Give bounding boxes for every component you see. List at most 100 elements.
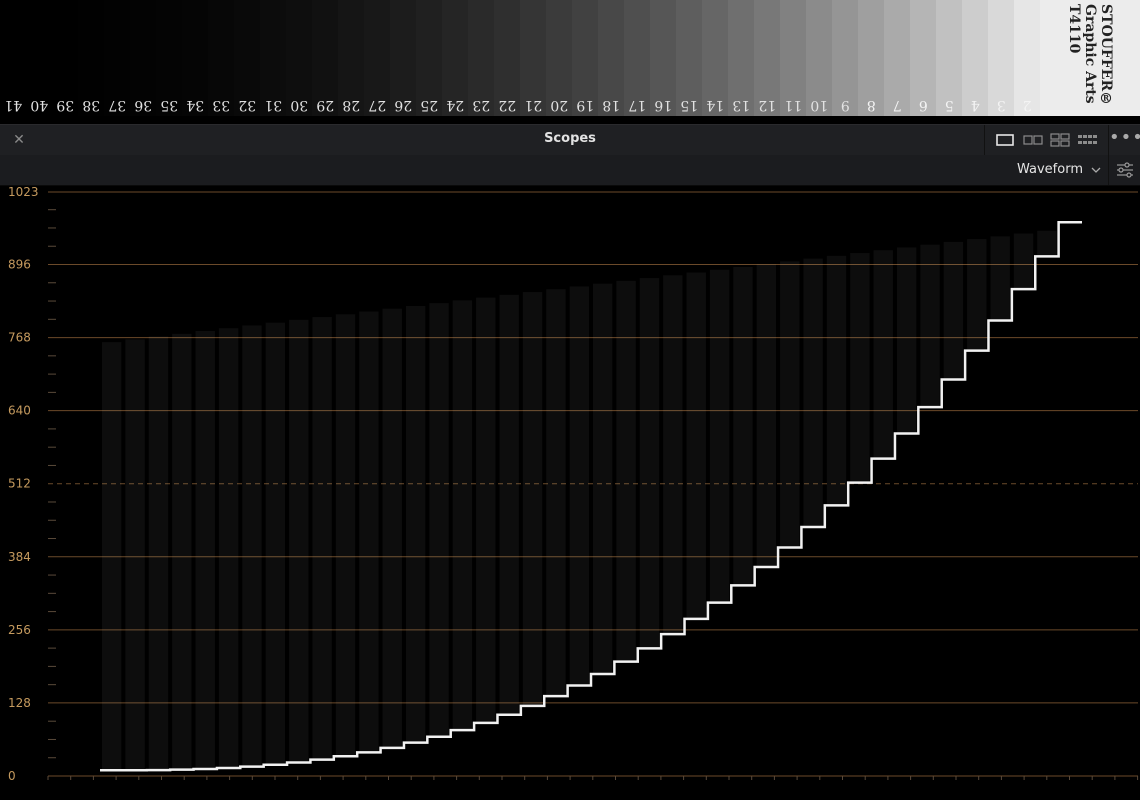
noise-band bbox=[522, 292, 543, 706]
wedge-brand-label: STOUFFER® Graphic Arts T4110 bbox=[1040, 0, 1140, 116]
noise-band bbox=[476, 297, 496, 723]
wedge-step-number: 22 bbox=[498, 97, 517, 113]
wedge-step: 39 bbox=[52, 0, 79, 116]
wedge-step: 14 bbox=[702, 0, 729, 116]
wedge-step-number: 38 bbox=[82, 97, 101, 113]
brand-line: Graphic Arts bbox=[1082, 4, 1098, 104]
noise-band bbox=[125, 339, 145, 771]
wedge-step-number: 18 bbox=[602, 97, 621, 113]
noise-band bbox=[405, 305, 426, 743]
wedge-step-number: 8 bbox=[866, 97, 876, 113]
wedge-step: 31 bbox=[260, 0, 287, 116]
noise-band bbox=[850, 253, 870, 483]
wedge-step: 34 bbox=[182, 0, 209, 116]
noise-band bbox=[312, 317, 332, 760]
noise-band bbox=[943, 241, 964, 380]
dual-view-icon[interactable] bbox=[1021, 131, 1045, 149]
y-tick-label: 896 bbox=[8, 258, 31, 272]
wedge-step: 37 bbox=[104, 0, 131, 116]
wedge-step: 15 bbox=[676, 0, 703, 116]
y-tick-label: 1023 bbox=[8, 186, 39, 199]
scope-type-dropdown[interactable]: Waveform bbox=[1010, 159, 1106, 181]
noise-band bbox=[803, 258, 823, 528]
wedge-step-number: 36 bbox=[134, 97, 153, 113]
noise-band bbox=[733, 266, 753, 586]
wedge-step: 4 bbox=[962, 0, 989, 116]
noise-band bbox=[990, 236, 1010, 321]
wedge-step-number: 40 bbox=[30, 97, 49, 113]
wedge-step: 12 bbox=[754, 0, 781, 116]
noise-band bbox=[382, 308, 402, 748]
wedge-step-number: 7 bbox=[892, 97, 902, 113]
wedge-step-number: 33 bbox=[212, 97, 231, 113]
noise-band bbox=[1037, 230, 1057, 257]
wedge-step: 35 bbox=[156, 0, 183, 116]
wedge-step: 10 bbox=[806, 0, 833, 116]
settings-sliders-icon[interactable] bbox=[1108, 155, 1140, 185]
wedge-step: 29 bbox=[312, 0, 339, 116]
wedge-step: 17 bbox=[624, 0, 651, 116]
wedge-step-number: 41 bbox=[4, 97, 23, 113]
wedge-step: 7 bbox=[884, 0, 911, 116]
wedge-step: 33 bbox=[208, 0, 235, 116]
wedge-step: 3 bbox=[988, 0, 1015, 116]
wedge-step-number: 16 bbox=[654, 97, 673, 113]
brand-line: T4110 bbox=[1066, 4, 1082, 54]
wedge-step-number: 9 bbox=[840, 97, 850, 113]
noise-band bbox=[826, 255, 847, 506]
close-icon[interactable]: ✕ bbox=[10, 130, 28, 150]
noise-band bbox=[1013, 233, 1034, 290]
wedge-step-number: 39 bbox=[56, 97, 75, 113]
quad-view-icon[interactable] bbox=[1048, 131, 1072, 149]
wedge-step-number: 5 bbox=[944, 97, 954, 113]
noise-band bbox=[663, 275, 683, 635]
noise-band bbox=[359, 311, 379, 753]
wedge-step-number: 21 bbox=[524, 97, 543, 113]
wedge-step-number: 3 bbox=[996, 97, 1006, 113]
wedge-step-number: 4 bbox=[970, 97, 980, 113]
noise-band bbox=[686, 272, 706, 619]
single-view-icon[interactable] bbox=[993, 131, 1017, 149]
wedge-step-number: 29 bbox=[316, 97, 335, 113]
wedge-step-number: 6 bbox=[918, 97, 928, 113]
noise-band bbox=[102, 342, 122, 771]
noise-band bbox=[616, 280, 636, 662]
wedge-step: 16 bbox=[650, 0, 677, 116]
wedge-step-number: 34 bbox=[186, 97, 205, 113]
wedge-step-number: 10 bbox=[810, 97, 829, 113]
layout-switcher bbox=[984, 125, 1107, 155]
noise-band bbox=[873, 250, 893, 459]
wedge-step-number: 19 bbox=[576, 97, 595, 113]
wedge-step-number: 23 bbox=[472, 97, 491, 113]
wedge-step-number: 28 bbox=[342, 97, 361, 113]
noise-band bbox=[289, 319, 309, 763]
noise-band bbox=[639, 278, 660, 649]
more-icon[interactable]: ••• bbox=[1108, 125, 1140, 155]
wedge-step: 26 bbox=[390, 0, 417, 116]
grid-view-icon[interactable] bbox=[1075, 131, 1099, 149]
wedge-step: 19 bbox=[572, 0, 599, 116]
wedge-step-number: 17 bbox=[628, 97, 647, 113]
wedge-step-number: 2 bbox=[1022, 97, 1032, 113]
y-tick-label: 384 bbox=[8, 550, 31, 564]
panel-titlebar: ✕ Scopes ••• bbox=[0, 124, 1140, 156]
wedge-step: 21 bbox=[520, 0, 547, 116]
wedge-step: 2 bbox=[1014, 0, 1041, 116]
wedge-step: 9 bbox=[832, 0, 859, 116]
noise-band bbox=[546, 289, 566, 697]
waveform-trace bbox=[100, 221, 1082, 772]
y-tick-label: 512 bbox=[8, 477, 31, 491]
wedge-step-number: 12 bbox=[758, 97, 777, 113]
noise-band bbox=[429, 303, 449, 737]
wedge-step: 25 bbox=[416, 0, 443, 116]
wedge-step: 23 bbox=[468, 0, 495, 116]
noise-band bbox=[242, 325, 262, 767]
wedge-step-number: 13 bbox=[732, 97, 751, 113]
noise-band bbox=[195, 330, 215, 770]
wedge-step: 11 bbox=[780, 0, 807, 116]
noise-band bbox=[335, 314, 356, 757]
noise-band bbox=[967, 239, 987, 351]
wedge-step: 24 bbox=[442, 0, 469, 116]
wedge-step-number: 26 bbox=[394, 97, 413, 113]
noise-band bbox=[148, 336, 169, 771]
